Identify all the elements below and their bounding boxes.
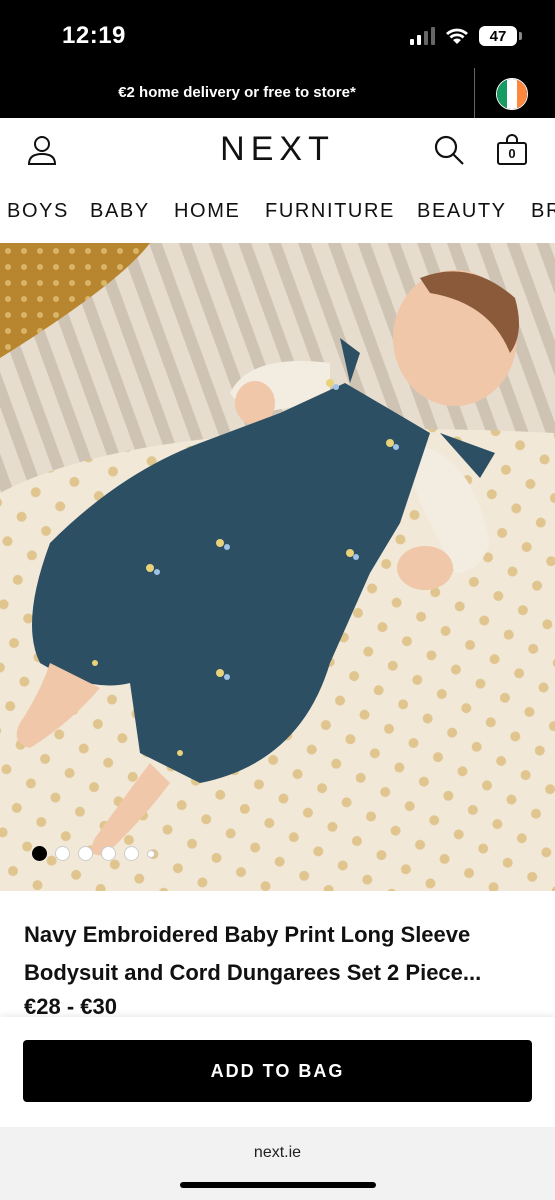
cellular-signal-icon	[410, 27, 435, 45]
nav-item-furniture[interactable]: FURNITURE	[265, 200, 395, 223]
gallery-dot[interactable]	[32, 846, 47, 861]
nav-item-beauty[interactable]: BEAUTY	[417, 200, 507, 223]
browser-address-bar[interactable]: next.ie	[0, 1127, 555, 1200]
status-time: 12:19	[62, 22, 126, 49]
nav-item-boys[interactable]: BOYS	[7, 200, 69, 223]
product-photo	[0, 243, 555, 891]
site-header: NEXT 0	[0, 118, 555, 182]
product-image[interactable]	[0, 243, 555, 891]
category-nav: BOYS BABY HOME FURNITURE BEAUTY BR	[0, 182, 555, 242]
gallery-dots	[32, 846, 155, 861]
wifi-icon	[446, 28, 468, 44]
home-indicator[interactable]	[180, 1182, 376, 1188]
promo-divider	[474, 68, 475, 118]
battery-icon: 47	[479, 26, 522, 46]
gallery-dot[interactable]	[124, 846, 139, 861]
product-price: €28 - €30	[24, 994, 117, 1016]
status-icons: 47	[410, 26, 522, 46]
bag-count: 0	[508, 146, 516, 161]
country-flag-icon[interactable]	[496, 78, 528, 110]
search-icon	[434, 135, 464, 165]
add-to-bag-bar: ADD TO BAG	[0, 1017, 555, 1127]
nav-item-brands[interactable]: BR	[531, 200, 555, 223]
gallery-dot[interactable]	[147, 849, 155, 858]
flag-stripe-white	[507, 79, 517, 109]
gallery-dot[interactable]	[55, 846, 70, 861]
gallery-dot[interactable]	[78, 846, 93, 861]
shopping-bag-button[interactable]: 0	[494, 132, 530, 168]
url-text[interactable]: next.ie	[0, 1144, 555, 1162]
add-to-bag-button[interactable]: ADD TO BAG	[23, 1040, 532, 1102]
next-logo[interactable]: NEXT	[0, 130, 555, 169]
nav-item-baby[interactable]: BABY	[90, 200, 150, 223]
status-bar: 12:19 47	[0, 0, 555, 68]
nav-item-home[interactable]: HOME	[174, 200, 240, 223]
product-title-line: Navy Embroidered Baby Print Long Sleeve	[24, 922, 471, 947]
search-button[interactable]	[431, 132, 467, 168]
gallery-dot[interactable]	[101, 846, 116, 861]
promo-text[interactable]: €2 home delivery or free to store*	[0, 68, 474, 118]
promo-banner[interactable]: €2 home delivery or free to store*	[0, 68, 555, 118]
product-title-line: Bodysuit and Cord Dungarees Set 2 Piece.…	[24, 960, 482, 985]
battery-level: 47	[489, 27, 507, 45]
product-title: Navy Embroidered Baby Print Long Sleeve …	[24, 916, 539, 992]
